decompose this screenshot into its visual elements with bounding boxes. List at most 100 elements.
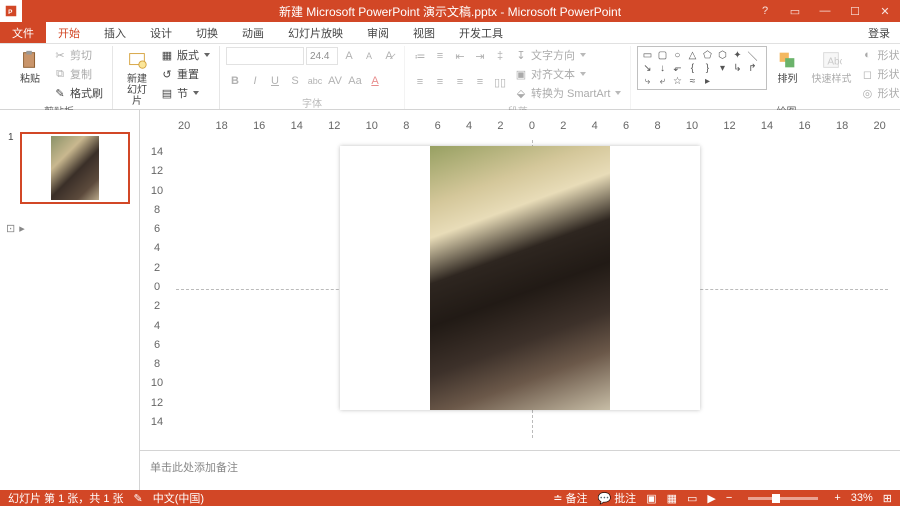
window-title: 新建 Microsoft PowerPoint 演示文稿.pptx - Micr… [279,3,621,20]
strike-button[interactable]: S [286,72,304,90]
tab-developer[interactable]: 开发工具 [447,22,515,43]
smartart-button[interactable]: ⬙转换为 SmartArt [511,84,624,102]
zoom-in-button[interactable]: + [834,492,840,504]
scissors-icon: ✂ [53,48,67,62]
tab-insert[interactable]: 插入 [92,22,138,43]
bold-button[interactable]: B [226,72,244,90]
numbering-button[interactable]: ≡ [431,47,449,65]
paste-icon [18,48,42,72]
shape-outline-button[interactable]: ◻形状轮廓 [857,65,900,83]
tab-animations[interactable]: 动画 [230,22,276,43]
clear-format-button[interactable]: A̷ [380,47,398,65]
justify-button[interactable]: ≡ [471,73,489,91]
smartart-icon: ⬙ [514,86,528,100]
status-bar: 幻灯片 第 1 张，共 1 张 ✎ 中文(中国) ≐ 备注 💬 批注 ▣ ▦ ▭… [0,490,900,506]
reading-view-icon[interactable]: ▭ [687,492,697,505]
shapes-gallery[interactable]: ▭▢○△⬠⬡✦ ＼↘↓⬐{}▾ ↳↱⤷⤶☆≈▸ [637,46,767,90]
change-case-button[interactable]: Aa [346,72,364,90]
tab-review[interactable]: 审阅 [355,22,401,43]
columns-button[interactable]: ▯▯ [491,73,509,91]
horizontal-ruler: 201816141210864202468101214161820 [176,120,888,132]
underline-button[interactable]: U [266,72,284,90]
sign-in-link[interactable]: 登录 [868,22,890,44]
shape-effects-button[interactable]: ◎形状效果 [857,84,900,102]
arrange-button[interactable]: 排列 [769,46,805,87]
effects-icon: ◎ [860,86,874,100]
align-right-button[interactable]: ≡ [451,73,469,91]
slide-canvas-area: 201816141210864202468101214161820 141210… [140,110,900,490]
align-text-button[interactable]: ▣对齐文本 [511,65,624,83]
tab-design[interactable]: 设计 [138,22,184,43]
tab-view[interactable]: 视图 [401,22,447,43]
language-label[interactable]: 中文(中国) [153,490,204,506]
cut-button[interactable]: ✂剪切 [50,46,106,64]
tab-transitions[interactable]: 切换 [184,22,230,43]
bullets-button[interactable]: ≔ [411,47,429,65]
increase-indent-button[interactable]: ⇥ [471,47,489,65]
app-icon: P [0,0,22,22]
slide[interactable] [340,146,700,410]
maximize-icon[interactable]: ☐ [840,0,870,22]
copy-icon: ⧉ [53,67,67,81]
fill-icon: ◐ [860,48,874,62]
layout-button[interactable]: ▦版式 [157,46,213,64]
italic-button[interactable]: I [246,72,264,90]
shrink-font-button[interactable]: A [360,47,378,65]
text-direction-button[interactable]: ↧文字方向 [511,46,624,64]
help-icon[interactable]: ? [750,0,780,22]
comments-toggle[interactable]: 💬 批注 [597,490,636,506]
vertical-ruler: 141210864202468101214 [150,146,164,428]
outline-icon: ◻ [860,67,874,81]
char-spacing-button[interactable]: AV [326,72,344,90]
font-name-combo[interactable] [226,47,304,65]
expand-icon[interactable]: ▸ [19,222,25,235]
line-spacing-button[interactable]: ‡ [491,47,509,65]
fit-window-icon[interactable]: ⊞ [883,492,892,505]
group-slides: 新建 幻灯片 ▦版式 ↺重置 ▤节 幻灯片 [113,46,220,109]
section-button[interactable]: ▤节 [157,84,213,102]
tab-slideshow[interactable]: 幻灯片放映 [276,22,355,43]
copy-button[interactable]: ⧉复制 [50,65,106,83]
ribbon: 粘贴 ✂剪切 ⧉复制 ✎格式刷 剪贴板 新建 幻灯片 ▦版式 ↺重置 ▤节 幻灯… [0,44,900,110]
svg-text:Abc: Abc [828,57,843,68]
shape-fill-button[interactable]: ◐形状填充 [857,46,900,64]
ribbon-display-icon[interactable]: ▭ [780,0,810,22]
normal-view-icon[interactable]: ▣ [646,492,656,505]
decrease-indent-button[interactable]: ⇤ [451,47,469,65]
quick-styles-icon: Abc [819,48,843,72]
group-clipboard: 粘贴 ✂剪切 ⧉复制 ✎格式刷 剪贴板 [6,46,113,109]
slide-image[interactable] [430,146,610,410]
font-color-button[interactable]: A [366,72,384,90]
zoom-slider[interactable] [748,497,818,500]
sorter-view-icon[interactable]: ▦ [667,492,677,505]
shadow-button[interactable]: abc [306,72,324,90]
notes-pane[interactable]: 单击此处添加备注 [140,450,900,490]
format-painter-button[interactable]: ✎格式刷 [50,84,106,102]
paste-button[interactable]: 粘贴 [12,46,48,87]
group-drawing: ▭▢○△⬠⬡✦ ＼↘↓⬐{}▾ ↳↱⤷⤶☆≈▸ 排列 Abc 快速样式 ◐形状填… [631,46,900,109]
zoom-out-button[interactable]: − [726,492,732,504]
tab-file[interactable]: 文件 [0,22,46,43]
tab-home[interactable]: 开始 [46,22,92,43]
section-icon: ▤ [160,86,174,100]
notes-toggle[interactable]: ≐ 备注 [553,490,587,506]
new-slide-button[interactable]: 新建 幻灯片 [119,46,155,109]
zoom-level[interactable]: 33% [851,492,873,504]
align-left-button[interactable]: ≡ [411,73,429,91]
close-icon[interactable]: ✕ [870,0,900,22]
reset-button[interactable]: ↺重置 [157,65,213,83]
spellcheck-icon[interactable]: ✎ [134,492,143,505]
quick-styles-button[interactable]: Abc 快速样式 [807,46,855,87]
brush-icon: ✎ [53,86,67,100]
text-direction-icon: ↧ [514,48,528,62]
font-size-combo[interactable]: 24.4 [306,47,338,65]
outline-toggle-icon[interactable]: ⊡ [6,222,15,235]
align-text-icon: ▣ [514,67,528,81]
slideshow-view-icon[interactable]: ▶ [707,492,715,505]
layout-icon: ▦ [160,48,174,62]
minimize-icon[interactable]: — [810,0,840,22]
grow-font-button[interactable]: A [340,47,358,65]
align-center-button[interactable]: ≡ [431,73,449,91]
slide-thumbnail[interactable]: 1 [8,132,131,204]
thumbnail-pane[interactable]: 1 [0,110,140,490]
